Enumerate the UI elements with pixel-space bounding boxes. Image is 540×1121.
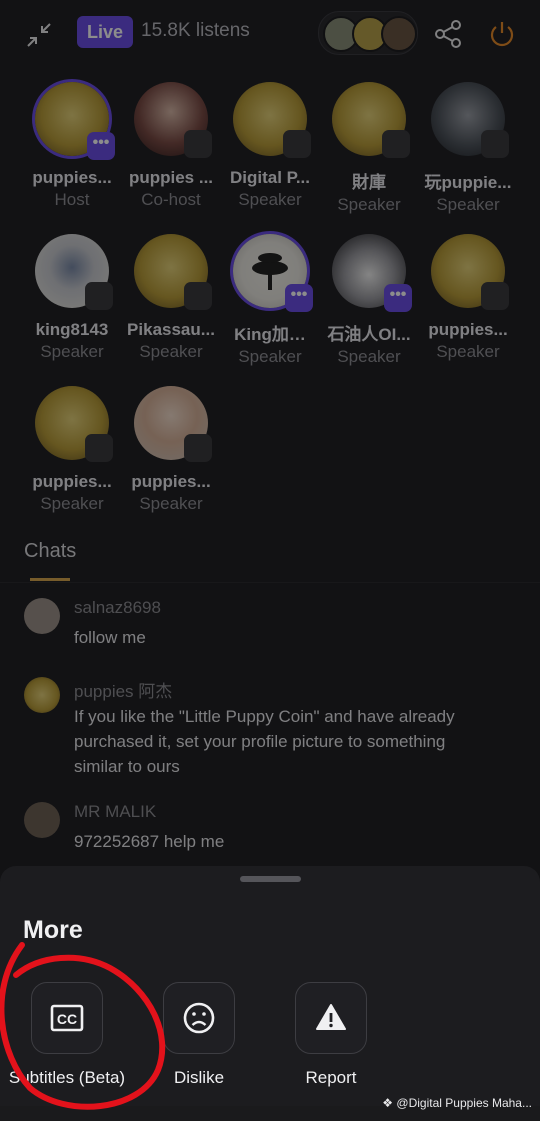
- participant-name: puppies...: [131, 472, 211, 491]
- dislike-label: Dislike: [173, 1068, 225, 1087]
- participant-name: 石油人OI...: [327, 325, 411, 344]
- more-options-icon[interactable]: •••: [384, 284, 412, 312]
- top-bar: Live 15.8K listens: [0, 0, 540, 66]
- participant-name: Pikassau...: [127, 320, 215, 339]
- dislike-button-icon-box[interactable]: [163, 982, 235, 1054]
- participant-name: puppies...: [428, 320, 508, 339]
- subtitles-button[interactable]: CC Subtitles (Beta): [0, 982, 137, 1088]
- participant[interactable]: ••• puppies... Host: [22, 82, 122, 210]
- participant-role: Speaker: [337, 347, 401, 366]
- participant[interactable]: puppies ... Co-host: [121, 82, 221, 210]
- warning-icon: [316, 1004, 346, 1030]
- watermark: ❖ @Digital Puppies Maha...: [382, 1096, 532, 1110]
- subtitles-button-icon-box[interactable]: CC: [31, 982, 103, 1054]
- participant-role: Speaker: [436, 195, 500, 214]
- participant[interactable]: king8143 Speaker: [22, 234, 122, 362]
- minimize-icon[interactable]: [24, 20, 54, 50]
- subtitles-label: Subtitles (Beta): [8, 1068, 126, 1087]
- participant-name: king8143: [35, 320, 109, 339]
- mic-muted-icon: [184, 434, 212, 462]
- avatar: [24, 598, 60, 634]
- tab-indicator: [30, 578, 70, 581]
- chat-username: MR MALIK: [74, 802, 157, 821]
- mic-muted-icon: [184, 282, 212, 310]
- share-icon[interactable]: [432, 18, 464, 50]
- listener-avatars[interactable]: [318, 11, 418, 55]
- svg-text:CC: CC: [57, 1011, 77, 1027]
- participant[interactable]: Digital P... Speaker: [220, 82, 320, 210]
- sad-face-icon: [183, 1002, 215, 1034]
- participant[interactable]: ••• 石油人OI... Speaker: [319, 234, 419, 367]
- mic-muted-icon: [85, 282, 113, 310]
- chat-username: puppies 阿杰: [74, 682, 173, 701]
- mic-muted-icon: [184, 130, 212, 158]
- participant-role: Speaker: [238, 190, 302, 209]
- chat-text: follow me: [74, 628, 146, 647]
- mic-muted-icon: [481, 130, 509, 158]
- avatar: [24, 802, 60, 838]
- participant[interactable]: ••• King加… Speaker: [220, 234, 320, 367]
- cc-icon: CC: [50, 1004, 84, 1032]
- more-sheet: More CC Subtitles (Beta) Dislike Report: [0, 866, 540, 1106]
- participant-name: puppies...: [32, 168, 112, 187]
- avatar: [24, 677, 60, 713]
- participant-role: Speaker: [139, 494, 203, 513]
- divider: [0, 582, 540, 583]
- mic-muted-icon: [382, 130, 410, 158]
- chat-text: 972252687 help me: [74, 832, 225, 851]
- live-badge: Live: [77, 16, 133, 48]
- chat-username: salnaz8698: [74, 598, 161, 617]
- participant[interactable]: puppies... Speaker: [121, 386, 221, 514]
- participant-name: King加…: [234, 325, 306, 344]
- participant[interactable]: 玩puppie... Speaker: [418, 82, 518, 215]
- sheet-handle[interactable]: [240, 876, 301, 882]
- participant-name: 玩puppie...: [424, 173, 512, 192]
- mic-muted-icon: [481, 282, 509, 310]
- participant-role: Speaker: [40, 494, 104, 513]
- listens-count: 15.8K listens: [141, 20, 250, 41]
- dislike-button[interactable]: Dislike: [129, 982, 269, 1088]
- participant-role: Speaker: [40, 342, 104, 361]
- participant-name: Digital P...: [230, 168, 310, 187]
- participant-name: puppies...: [32, 472, 112, 491]
- report-label: Report: [305, 1068, 357, 1087]
- leave-icon[interactable]: [486, 18, 518, 50]
- participant-role: Speaker: [139, 342, 203, 361]
- participant-role: Speaker: [337, 195, 401, 214]
- report-button[interactable]: Report: [261, 982, 401, 1088]
- mic-muted-icon: [85, 434, 113, 462]
- participant[interactable]: Pikassau... Speaker: [121, 234, 221, 362]
- more-options-icon[interactable]: •••: [285, 284, 313, 312]
- tab-chats[interactable]: Chats: [24, 540, 76, 563]
- watermark-text: @Digital Puppies Maha...: [396, 1096, 532, 1110]
- report-button-icon-box[interactable]: [295, 982, 367, 1054]
- participant[interactable]: puppies... Speaker: [22, 386, 122, 514]
- avatar: [381, 16, 417, 52]
- participant-role: Speaker: [238, 347, 302, 366]
- mic-muted-icon: [283, 130, 311, 158]
- participant[interactable]: 財庫 Speaker: [319, 82, 419, 215]
- participant-name: puppies ...: [128, 168, 214, 187]
- participant-name: 財庫: [352, 173, 386, 192]
- chat-text: If you like the "Little Puppy Coin" and …: [74, 707, 455, 776]
- participant-role: Speaker: [436, 342, 500, 361]
- participant-role: Host: [54, 190, 90, 209]
- participant-role: Co-host: [141, 190, 201, 209]
- participant[interactable]: puppies... Speaker: [418, 234, 518, 362]
- sheet-title: More: [23, 916, 83, 944]
- diamond-icon: ❖: [382, 1096, 394, 1110]
- more-options-icon[interactable]: •••: [87, 132, 115, 160]
